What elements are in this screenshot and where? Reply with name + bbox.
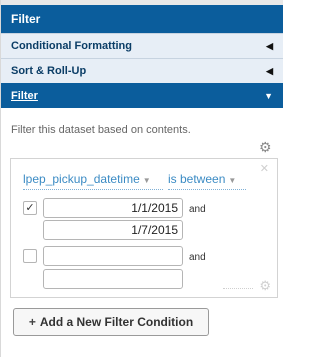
panel-title: Filter	[1, 5, 283, 33]
field-selector[interactable]: lpep_pickup_datetime ▼	[23, 172, 151, 186]
filter-description: Filter this dataset based on contents.	[11, 124, 191, 136]
condition-checkbox-2[interactable]	[23, 249, 37, 263]
check-icon: ✓	[25, 202, 35, 214]
operator-selector[interactable]: is between ▼	[168, 172, 236, 186]
condition-value-1a[interactable]: 1/1/2015	[43, 198, 183, 218]
filter-panel: Filter Conditional Formatting ◀ Sort & R…	[0, 0, 283, 357]
condition-value-2b[interactable]	[43, 269, 183, 289]
chevron-down-icon: ▼	[142, 176, 151, 185]
field-selector-underline	[23, 189, 163, 190]
section-filter[interactable]: Filter ▼	[1, 83, 283, 108]
resize-grip[interactable]	[223, 288, 253, 289]
section-sort-rollup[interactable]: Sort & Roll-Up ◀	[1, 58, 283, 83]
section-label: Filter	[11, 90, 38, 102]
triangle-down-icon: ▼	[264, 91, 273, 101]
triangle-left-icon: ◀	[266, 66, 273, 76]
condition-value-1b[interactable]: 1/7/2015	[43, 220, 183, 240]
and-label: and	[189, 252, 206, 263]
filter-condition-box: ✕ lpep_pickup_datetime ▼ is between ▼ ✓ 1/…	[10, 158, 278, 298]
condition-value-2a[interactable]	[43, 246, 183, 266]
gear-icon[interactable]: ⚙	[259, 139, 272, 156]
triangle-left-icon: ◀	[266, 41, 273, 51]
section-conditional-formatting[interactable]: Conditional Formatting ◀	[1, 33, 283, 58]
add-filter-condition-button[interactable]: + Add a New Filter Condition	[13, 308, 209, 336]
section-label: Conditional Formatting	[11, 40, 132, 52]
chevron-down-icon: ▼	[228, 176, 237, 185]
close-icon[interactable]: ✕	[260, 162, 269, 175]
condition-checkbox-1[interactable]: ✓	[23, 201, 37, 215]
add-filter-condition-label: Add a New Filter Condition	[39, 315, 194, 329]
operator-selector-label: is between	[168, 172, 226, 186]
plus-icon: +	[28, 315, 36, 329]
and-label: and	[189, 204, 206, 215]
section-label: Sort & Roll-Up	[11, 65, 87, 77]
gear-icon[interactable]: ⚙	[259, 278, 271, 294]
field-selector-label: lpep_pickup_datetime	[23, 172, 140, 186]
operator-selector-underline	[168, 189, 246, 190]
